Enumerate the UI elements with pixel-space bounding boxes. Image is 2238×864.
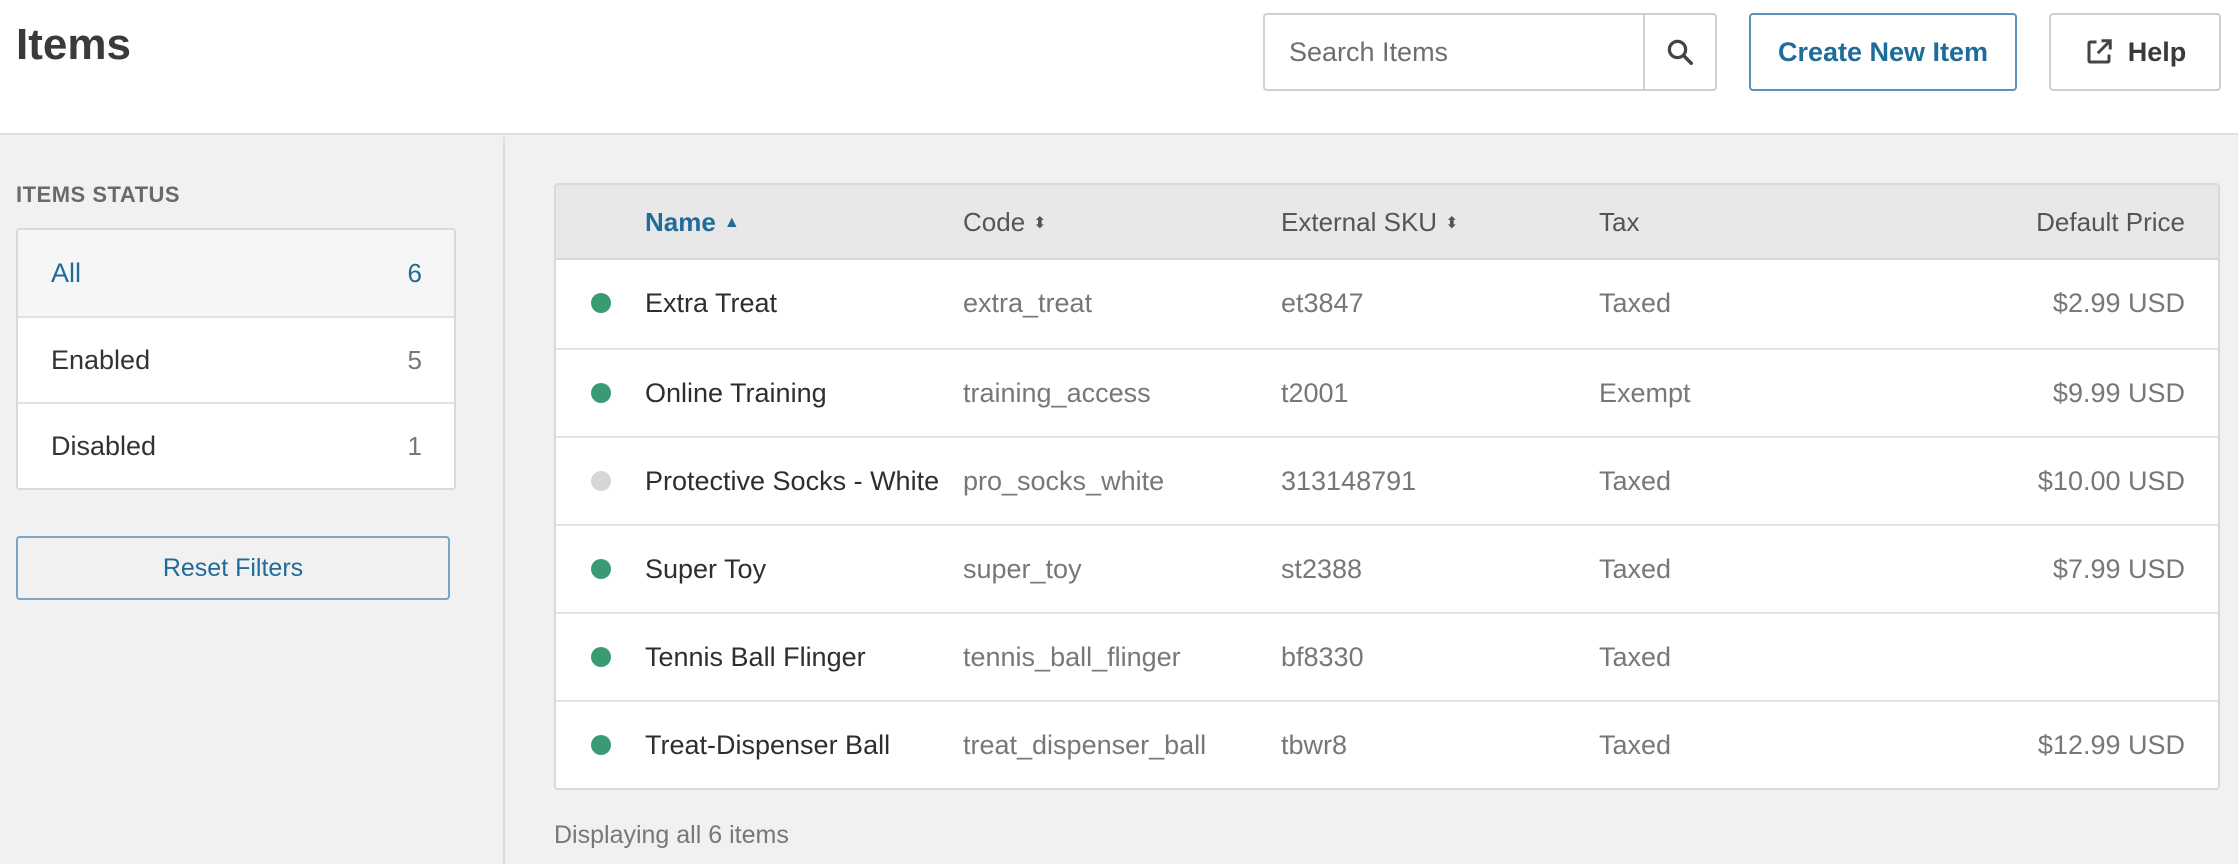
status-filter-enabled[interactable]: Enabled 5	[18, 316, 454, 402]
item-sku: tbwr8	[1281, 729, 1348, 760]
status-filter-disabled[interactable]: Disabled 1	[18, 402, 454, 488]
column-header-name[interactable]: Name ▲	[645, 185, 740, 260]
status-filter-label: All	[51, 257, 82, 288]
status-dot-icon	[591, 647, 611, 667]
item-name-link[interactable]: Extra Treat	[645, 260, 777, 346]
item-code: treat_dispenser_ball	[963, 729, 1207, 760]
search-box	[1263, 13, 1717, 91]
status-dot-icon	[591, 471, 611, 491]
items-status-heading: ITEMS STATUS	[16, 182, 181, 207]
table-row[interactable]: Super Toy super_toy st2388 Taxed $7.99 USD	[556, 524, 2218, 612]
item-sku: t2001	[1281, 377, 1349, 408]
column-header-label: Code	[963, 207, 1026, 237]
column-header-tax: Tax	[1599, 185, 1639, 260]
caret-up-icon: ▲	[723, 213, 740, 231]
page-title: Items	[16, 20, 131, 69]
item-name-link[interactable]: Online Training	[645, 350, 827, 436]
table-row[interactable]: Protective Socks - White pro_socks_white 3…	[556, 436, 2218, 524]
item-tax: Taxed	[1599, 641, 1672, 672]
table-row[interactable]: Extra Treat extra_treat et3847 Taxed $2.99 U…	[556, 260, 2218, 348]
table-row[interactable]: Online Training training_access t2001 Exemp…	[556, 348, 2218, 436]
status-dot-icon	[591, 735, 611, 755]
sidebar: ITEMS STATUS All 6 Enabled 5 Disabled 1 …	[0, 137, 505, 864]
status-dot-icon	[591, 383, 611, 403]
table-row[interactable]: Treat-Dispenser Ball treat_dispenser_ball…	[556, 700, 2218, 788]
sort-icon: ⬍	[1445, 214, 1459, 232]
status-filter-count: 1	[407, 430, 422, 461]
item-name-link[interactable]: Treat-Dispenser Ball	[645, 702, 890, 788]
item-tax: Taxed	[1599, 465, 1672, 496]
column-header-code[interactable]: Code ⬍	[963, 185, 1047, 260]
item-name-link[interactable]: Super Toy	[645, 526, 766, 612]
item-code: super_toy	[963, 553, 1082, 584]
column-header-label: Default Price	[2036, 207, 2185, 237]
help-label: Help	[2127, 36, 2187, 67]
create-new-item-button[interactable]: Create New Item	[1749, 13, 2017, 91]
search-button[interactable]	[1643, 15, 1715, 89]
item-tax: Taxed	[1599, 729, 1672, 760]
item-tax: Taxed	[1599, 553, 1672, 584]
item-code: pro_socks_white	[963, 465, 1165, 496]
item-code: extra_treat	[963, 287, 1093, 318]
column-header-price: Default Price	[2036, 185, 2185, 260]
item-sku: 313148791	[1281, 465, 1417, 496]
table-header: Name ▲ Code ⬍ External SKU ⬍ Tax Default…	[556, 185, 2218, 260]
reset-filters-button[interactable]: Reset Filters	[16, 536, 450, 600]
item-price: $2.99 USD	[2052, 287, 2185, 318]
item-sku: bf8330	[1281, 641, 1364, 672]
column-header-sku[interactable]: External SKU ⬍	[1281, 185, 1458, 260]
status-filter-label: Disabled	[51, 430, 157, 461]
table-body: Extra Treat extra_treat et3847 Taxed $2.99 U…	[556, 260, 2218, 788]
column-header-label: Tax	[1599, 207, 1640, 237]
item-name-link[interactable]: Protective Socks - White	[645, 438, 939, 524]
column-header-label: External SKU	[1281, 207, 1438, 237]
top-bar: Items Create New Item Help	[0, 0, 2238, 135]
status-filter-label: Enabled	[51, 344, 151, 375]
item-name-link[interactable]: Tennis Ball Flinger	[645, 614, 866, 700]
item-sku: st2388	[1281, 553, 1363, 584]
item-price: $7.99 USD	[2052, 553, 2185, 584]
table-row[interactable]: Tennis Ball Flinger tennis_ball_flinger bf…	[556, 612, 2218, 700]
item-tax: Taxed	[1599, 287, 1672, 318]
status-dot-icon	[591, 293, 611, 313]
external-link-icon	[2087, 39, 2112, 64]
item-price: $12.99 USD	[2037, 729, 2185, 760]
item-code: tennis_ball_flinger	[963, 641, 1181, 672]
status-filter-count: 6	[407, 257, 422, 288]
status-filter-count: 5	[407, 344, 422, 375]
status-filter-list: All 6 Enabled 5 Disabled 1	[16, 228, 456, 490]
search-icon	[1667, 39, 1693, 65]
items-count-text: Displaying all 6 items	[554, 821, 789, 849]
search-input[interactable]	[1265, 15, 1643, 89]
item-price: $9.99 USD	[2052, 377, 2185, 408]
item-price: $10.00 USD	[2037, 465, 2185, 496]
column-header-label: Name	[645, 207, 716, 237]
item-code: training_access	[963, 377, 1151, 408]
status-dot-icon	[591, 559, 611, 579]
status-filter-all[interactable]: All 6	[18, 230, 454, 316]
sort-icon: ⬍	[1033, 214, 1047, 232]
item-tax: Exempt	[1599, 377, 1691, 408]
item-sku: et3847	[1281, 287, 1364, 318]
items-table: Name ▲ Code ⬍ External SKU ⬍ Tax Default…	[554, 183, 2220, 790]
help-button[interactable]: Help	[2049, 13, 2221, 91]
